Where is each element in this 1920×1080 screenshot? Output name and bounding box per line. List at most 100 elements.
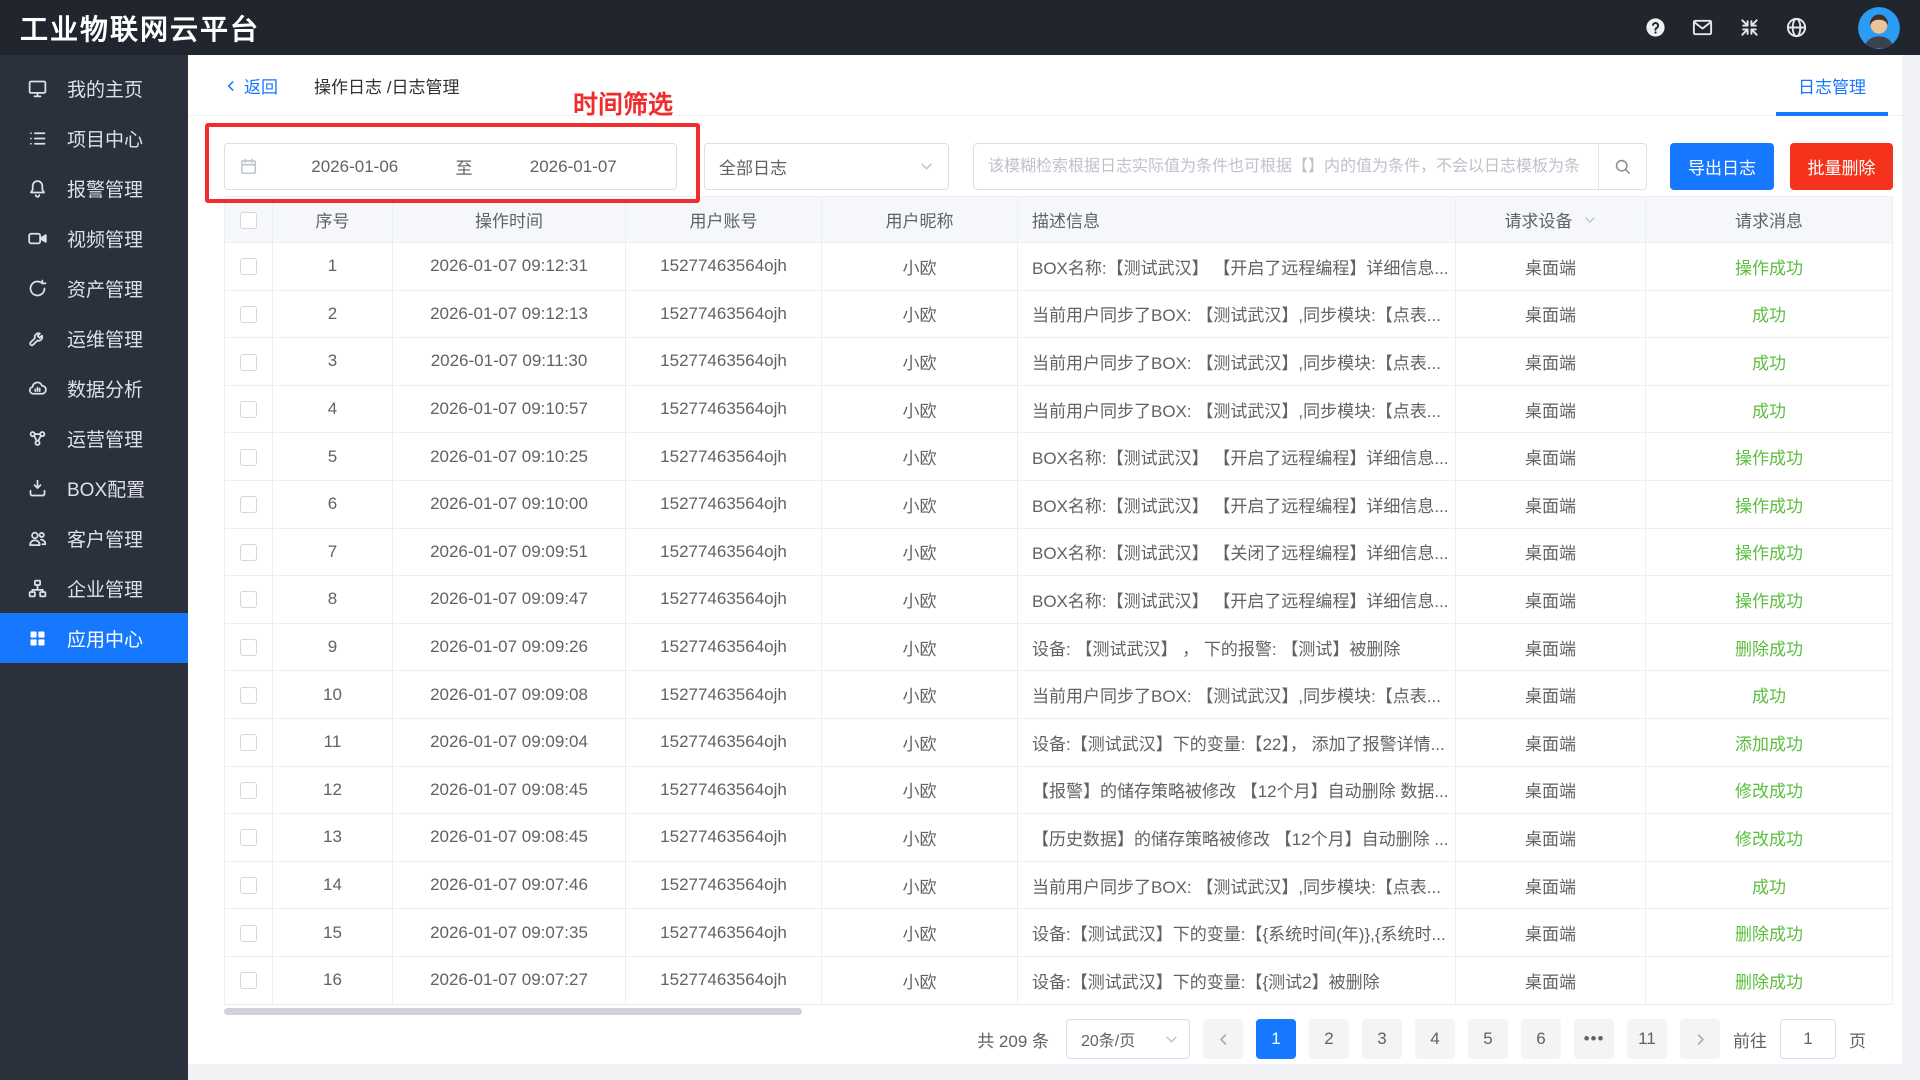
sidebar-item-project-center[interactable]: 项目中心 (0, 113, 188, 163)
pager-page-5[interactable]: 5 (1468, 1019, 1508, 1059)
mail-icon[interactable] (1691, 16, 1714, 39)
horizontal-scrollbar[interactable] (224, 1008, 802, 1015)
goto-page-input[interactable] (1780, 1019, 1836, 1059)
cell-status: 成功 (1646, 671, 1893, 719)
sidebar-item-home[interactable]: 我的主页 (0, 63, 188, 113)
search-input[interactable] (974, 144, 1598, 189)
cell-time: 2026-01-07 09:09:08 (393, 671, 626, 719)
cell-status: 删除成功 (1646, 909, 1893, 957)
sidebar-item-asset-mgmt[interactable]: 资产管理 (0, 263, 188, 313)
next-page-button[interactable] (1680, 1019, 1720, 1059)
sidebar-item-label: 应用中心 (67, 625, 143, 652)
row-checkbox[interactable] (240, 544, 257, 561)
cell-description: BOX名称:【测试武汉】 【开启了远程编程】详细信息... (1018, 576, 1456, 624)
pager-page-2[interactable]: 2 (1309, 1019, 1349, 1059)
log-type-select[interactable]: 全部日志 (704, 143, 949, 190)
table-row: 12 2026-01-07 09:08:45 15277463564ojh 小欧… (225, 766, 1893, 814)
sidebar-item-operation-mgmt[interactable]: 运营管理 (0, 413, 188, 463)
video-icon (27, 228, 48, 249)
cell-nickname: 小欧 (822, 528, 1018, 576)
sidebar-item-alarm-mgmt[interactable]: 报警管理 (0, 163, 188, 213)
row-checkbox[interactable] (240, 258, 257, 275)
cell-time: 2026-01-07 09:07:35 (393, 909, 626, 957)
cell-device: 桌面端 (1456, 338, 1646, 386)
help-icon[interactable] (1644, 16, 1667, 39)
user-avatar[interactable] (1858, 7, 1900, 49)
row-checkbox[interactable] (240, 829, 257, 846)
sidebar-item-label: 视频管理 (67, 225, 143, 252)
recycle-icon (27, 278, 48, 299)
cell-description: 设备:【测试武汉】下的变量:【{测试2】被删除 (1018, 956, 1456, 1004)
sidebar-item-box-config[interactable]: BOX配置 (0, 463, 188, 513)
row-checkbox[interactable] (240, 734, 257, 751)
row-checkbox[interactable] (240, 972, 257, 989)
cell-device: 桌面端 (1456, 433, 1646, 481)
date-range-picker[interactable]: 2026-01-06 至 2026-01-07 (224, 143, 677, 190)
chevron-down-icon (919, 159, 934, 174)
cell-time: 2026-01-07 09:09:04 (393, 718, 626, 766)
pager-page-6[interactable]: 6 (1521, 1019, 1561, 1059)
row-checkbox[interactable] (240, 496, 257, 513)
sidebar-item-customer-mgmt[interactable]: 客户管理 (0, 513, 188, 563)
cell-nickname: 小欧 (822, 814, 1018, 862)
row-checkbox[interactable] (240, 449, 257, 466)
select-all-checkbox[interactable] (240, 212, 257, 229)
row-checkbox[interactable] (240, 687, 257, 704)
cell-account: 15277463564ojh (626, 338, 822, 386)
cell-seq: 13 (273, 814, 393, 862)
date-end-value[interactable]: 2026-01-07 (485, 157, 663, 177)
pager-ellipsis[interactable]: ••• (1574, 1019, 1614, 1059)
cell-status: 添加成功 (1646, 718, 1893, 766)
prev-page-button[interactable] (1203, 1019, 1243, 1059)
pager-page-3[interactable]: 3 (1362, 1019, 1402, 1059)
row-checkbox[interactable] (240, 782, 257, 799)
cell-seq: 8 (273, 576, 393, 624)
cell-account: 15277463564ojh (626, 243, 822, 291)
search-button[interactable] (1598, 144, 1646, 189)
sidebar-item-label: 项目中心 (67, 125, 143, 152)
row-checkbox[interactable] (240, 591, 257, 608)
back-button[interactable]: 返回 (224, 55, 278, 116)
sidebar-item-enterprise-mgmt[interactable]: 企业管理 (0, 563, 188, 613)
compress-icon[interactable] (1738, 16, 1761, 39)
breadcrumb: 操作日志 /日志管理 (314, 55, 459, 116)
row-checkbox[interactable] (240, 306, 257, 323)
date-start-value[interactable]: 2026-01-06 (266, 157, 444, 177)
app-title: 工业物联网云平台 (20, 8, 260, 48)
row-checkbox[interactable] (240, 354, 257, 371)
cell-description: 当前用户同步了BOX: 【测试武汉】,同步模块:【点表... (1018, 385, 1456, 433)
language-icon[interactable] (1785, 16, 1808, 39)
tab-label: 日志管理 (1798, 73, 1866, 98)
cell-device: 桌面端 (1456, 766, 1646, 814)
cell-device: 桌面端 (1456, 861, 1646, 909)
header-seq: 序号 (273, 197, 393, 243)
tab-log-management[interactable]: 日志管理 (1762, 55, 1902, 116)
export-logs-button[interactable]: 导出日志 (1670, 143, 1774, 190)
pager-page-11[interactable]: 11 (1627, 1019, 1667, 1059)
cell-nickname: 小欧 (822, 576, 1018, 624)
sidebar-item-video-mgmt[interactable]: 视频管理 (0, 213, 188, 263)
table-row: 7 2026-01-07 09:09:51 15277463564ojh 小欧 … (225, 528, 1893, 576)
batch-delete-button[interactable]: 批量删除 (1790, 143, 1893, 190)
row-checkbox[interactable] (240, 401, 257, 418)
table-row: 13 2026-01-07 09:08:45 15277463564ojh 小欧… (225, 814, 1893, 862)
sidebar-item-ops-mgmt[interactable]: 运维管理 (0, 313, 188, 363)
cell-device: 桌面端 (1456, 623, 1646, 671)
cell-account: 15277463564ojh (626, 718, 822, 766)
row-checkbox[interactable] (240, 639, 257, 656)
cell-description: 当前用户同步了BOX: 【测试武汉】,同步模块:【点表... (1018, 338, 1456, 386)
cell-device: 桌面端 (1456, 956, 1646, 1004)
page-size-select[interactable]: 20条/页 (1066, 1019, 1190, 1059)
sidebar-item-data-analysis[interactable]: 数据分析 (0, 363, 188, 413)
sidebar-item-app-center[interactable]: 应用中心 (0, 613, 188, 663)
cell-seq: 16 (273, 956, 393, 1004)
sidebar-item-label: 客户管理 (67, 525, 143, 552)
cell-seq: 10 (273, 671, 393, 719)
pager-page-4[interactable]: 4 (1415, 1019, 1455, 1059)
cell-seq: 12 (273, 766, 393, 814)
row-checkbox[interactable] (240, 925, 257, 942)
device-filter-chevron-icon[interactable] (1583, 213, 1597, 227)
goto-unit: 页 (1849, 1027, 1866, 1052)
row-checkbox[interactable] (240, 877, 257, 894)
pager-page-1[interactable]: 1 (1256, 1019, 1296, 1059)
